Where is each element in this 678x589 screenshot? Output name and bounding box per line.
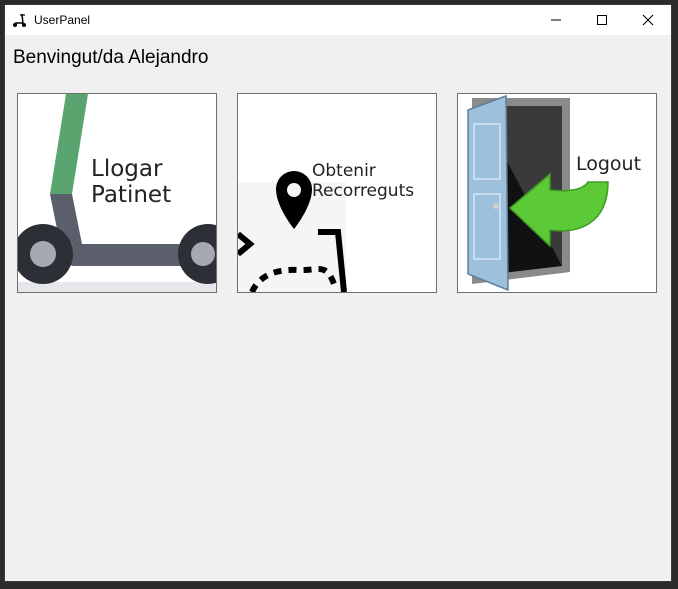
logout-button[interactable]: Logout bbox=[457, 93, 657, 293]
minimize-button[interactable] bbox=[533, 5, 579, 35]
get-routes-button[interactable]: Obtenir Recorreguts bbox=[237, 93, 437, 293]
logout-label: Logout bbox=[576, 153, 642, 175]
user-panel-window: UserPanel Benvingut/da Alejandro Llogar … bbox=[4, 4, 672, 582]
window-controls bbox=[533, 5, 671, 35]
tile-label-line: Obtenir bbox=[312, 161, 376, 181]
close-button[interactable] bbox=[625, 5, 671, 35]
welcome-label: Benvingut/da Alejandro bbox=[13, 47, 209, 68]
tile-label-line: Patinet bbox=[91, 182, 172, 209]
rent-scooter-label: Llogar Patinet bbox=[91, 156, 171, 209]
get-routes-label: Obtenir Recorreguts bbox=[312, 161, 415, 201]
title-bar[interactable]: UserPanel bbox=[5, 5, 671, 35]
tile-label-line: Llogar bbox=[91, 156, 163, 182]
scooter-icon bbox=[13, 13, 26, 27]
maximize-button[interactable] bbox=[579, 5, 625, 35]
rent-scooter-button[interactable]: Llogar Patinet bbox=[17, 93, 217, 293]
tile-label-line: Recorreguts bbox=[312, 180, 415, 201]
close-icon bbox=[642, 14, 654, 26]
maximize-icon bbox=[597, 15, 607, 25]
window-title: UserPanel bbox=[34, 13, 91, 27]
door-exit-icon bbox=[467, 94, 609, 292]
minimize-icon bbox=[551, 19, 561, 21]
